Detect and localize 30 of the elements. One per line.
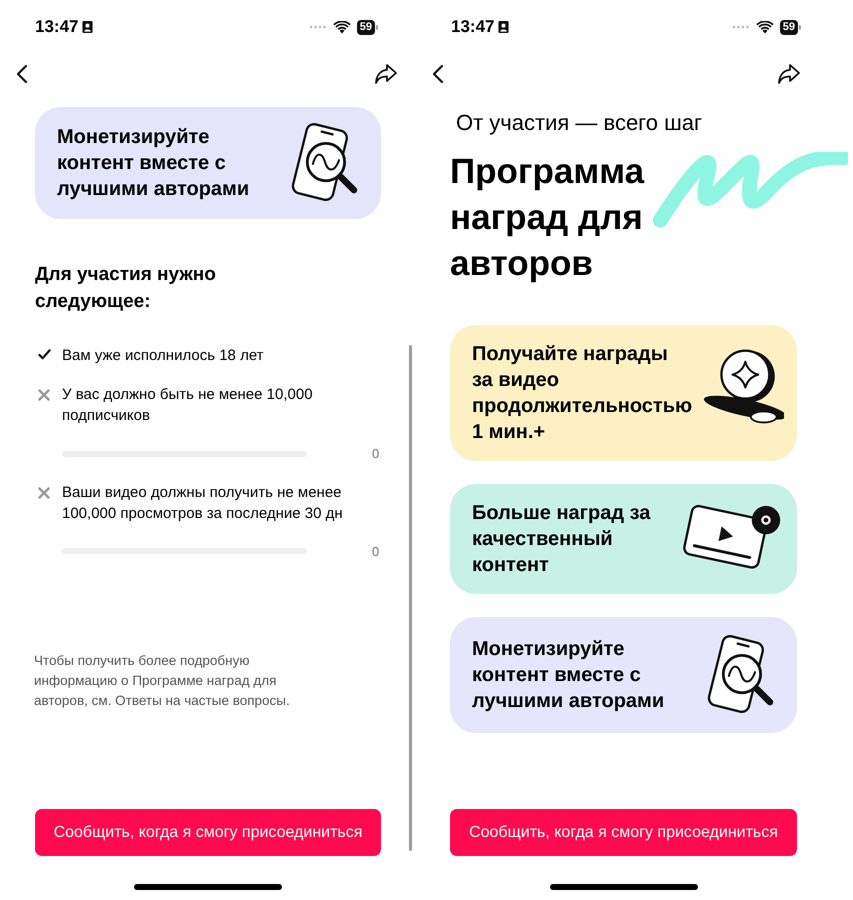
battery-level: 59 [780, 20, 798, 34]
share-icon[interactable] [777, 63, 801, 85]
contact-card-icon [82, 20, 94, 34]
wifi-icon [332, 20, 351, 34]
share-icon[interactable] [374, 63, 398, 85]
info-text: Чтобы получить более подробную информацию о Программе наград для авторов, см. Ответы на частые вопросы. [33, 652, 291, 710]
status-time: 13:47 [35, 16, 78, 38]
notify-button[interactable]: Сообщить, когда я смогу присоединиться [35, 809, 381, 856]
signal-icon [732, 25, 750, 29]
requirement-text: Вам уже исполнилось 18 лет [62, 346, 265, 366]
signal-icon [308, 25, 327, 29]
card-title: Больше наград за качественный контент [472, 501, 650, 578]
card-title: Монетизируйте контент вместе с лучшими авторами [472, 637, 664, 714]
card-title: Монетизируйте контент вместе с лучшими авторами [57, 125, 250, 202]
back-icon[interactable] [432, 64, 444, 84]
requirement-text: У вас должно быть не менее 10,000 подписчиков [62, 385, 314, 426]
progress-count: 0 [372, 542, 380, 560]
subtitle: От участия — всего шаг [455, 109, 703, 137]
page-title: Программа наград для авторов [450, 151, 644, 285]
status-time: 13:47 [451, 16, 494, 38]
progress-count: 0 [372, 445, 380, 463]
wifi-icon [756, 20, 774, 34]
battery-level: 59 [356, 20, 375, 34]
notify-button[interactable]: Сообщить, когда я смогу присоединиться [450, 809, 797, 856]
requirements-heading: Для участия нужно следующее: [34, 263, 217, 314]
contact-card-icon [498, 20, 510, 34]
card-title: Получайте награды за видео продолжительностью 1 мин.+ [472, 342, 692, 445]
requirement-text: Ваши видео должны получить не менее 100,000 просмотров за последние 30 дн [62, 482, 344, 524]
squiggle-icon [652, 152, 848, 230]
back-icon[interactable] [16, 64, 28, 84]
